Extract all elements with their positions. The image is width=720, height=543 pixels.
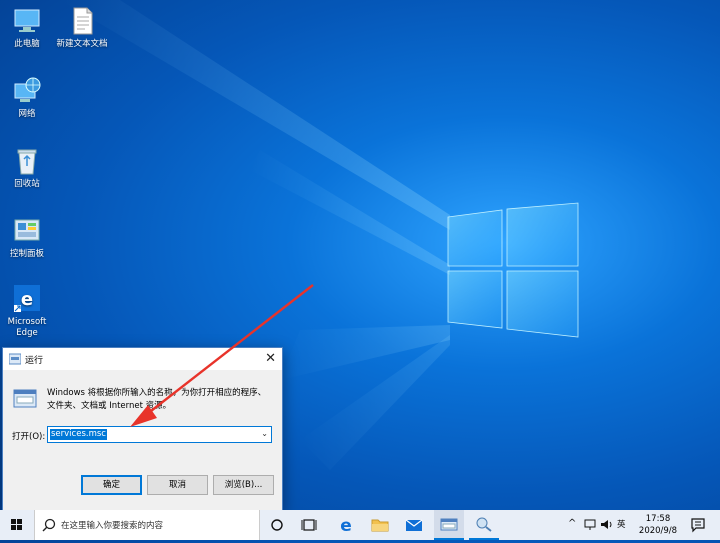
- tray-volume-icon[interactable]: [600, 518, 613, 534]
- taskbar-file-explorer[interactable]: [367, 510, 393, 540]
- tray-overflow-icon[interactable]: ^: [568, 518, 576, 529]
- task-view-icon: [301, 519, 317, 531]
- windows-start-icon: [11, 519, 22, 530]
- annotation-arrow: [130, 284, 314, 427]
- cortana-button[interactable]: [265, 510, 289, 540]
- start-button[interactable]: [0, 510, 34, 540]
- clock-time: 17:58: [645, 514, 671, 524]
- notification-icon[interactable]: [690, 517, 706, 536]
- taskbar: 在这里输入你要搜索的内容 e ^ 英 17:58 2020/9/8: [0, 510, 720, 540]
- clock[interactable]: 17:58 2020/9/8: [636, 513, 680, 537]
- folder-icon: [371, 519, 389, 532]
- taskbar-edge[interactable]: e: [333, 510, 359, 540]
- task-view-button[interactable]: [297, 510, 321, 540]
- circle-icon: [271, 519, 283, 531]
- edge-icon: e: [340, 516, 352, 536]
- search-icon: [42, 518, 56, 532]
- svg-text:e: e: [340, 516, 352, 536]
- run-icon: [440, 518, 458, 531]
- taskbar-services[interactable]: [469, 510, 499, 540]
- taskbar-search-box[interactable]: 在这里输入你要搜索的内容: [34, 510, 260, 540]
- mail-icon: [405, 519, 423, 531]
- tray-network-icon[interactable]: [584, 518, 596, 534]
- taskbar-run-app[interactable]: [434, 510, 464, 540]
- search-placeholder: 在这里输入你要搜索的内容: [61, 521, 164, 531]
- clock-date: 2020/9/8: [638, 526, 678, 536]
- magnifier-gear-icon: [476, 517, 492, 532]
- taskbar-mail[interactable]: [401, 510, 427, 540]
- ime-indicator[interactable]: 英: [617, 518, 626, 530]
